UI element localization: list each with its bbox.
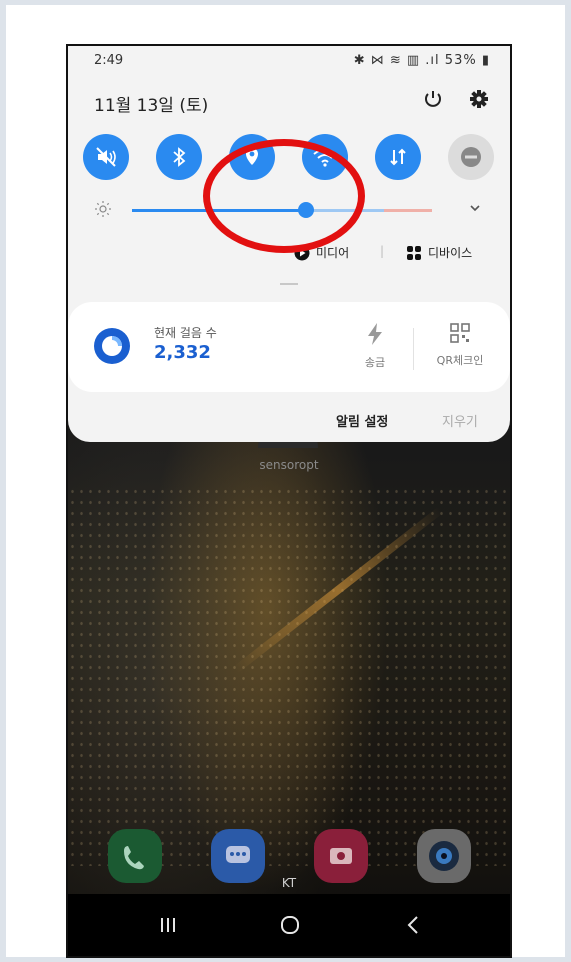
- bluetooth-icon: [173, 147, 186, 167]
- qr-checkin-button[interactable]: QR체크인: [430, 322, 490, 368]
- status-bar: 2:49 ✱ ⋈ ≋ ▥ .ıl 53% ▮: [94, 53, 490, 71]
- date-label: 11월 13일 (토): [94, 96, 209, 116]
- home-button[interactable]: [270, 908, 310, 942]
- brightness-icon: [94, 200, 112, 222]
- power-icon[interactable]: [420, 86, 446, 112]
- city-lights: [68, 486, 510, 866]
- do-not-disturb-toggle[interactable]: [448, 134, 494, 180]
- do-not-disturb-icon: [461, 147, 481, 167]
- data-transfer-icon: [390, 148, 406, 166]
- messages-app-icon[interactable]: [211, 829, 265, 883]
- steps-label: 현재 걸음 수: [154, 326, 217, 340]
- battery-icon: ▮: [481, 53, 490, 68]
- notification-settings-button[interactable]: 알림 설정: [336, 411, 388, 430]
- mute-icon: [96, 147, 116, 167]
- battery-percent: 53%: [444, 53, 477, 68]
- send-money-button[interactable]: 송금: [352, 322, 398, 370]
- mobile-data-toggle[interactable]: [375, 134, 421, 180]
- gear-icon[interactable]: [466, 86, 492, 112]
- phone-app-icon[interactable]: [108, 829, 162, 883]
- status-icons: ✱ ⋈ ≋ ▥ .ıl 53% ▮: [354, 53, 490, 68]
- lightning-icon: [368, 323, 382, 345]
- recent-apps-button[interactable]: [148, 908, 188, 942]
- devices-button[interactable]: 디바이스: [406, 244, 472, 261]
- card-divider: [413, 328, 414, 370]
- carrier-label: KT: [281, 876, 297, 890]
- bluetooth-toggle[interactable]: [156, 134, 202, 180]
- clear-button[interactable]: 지우기: [442, 411, 478, 430]
- steps-notification-card[interactable]: 현재 걸음 수 2,332 송금 QR체크인: [68, 302, 510, 392]
- annotation-circle: [203, 139, 365, 253]
- send-label: 송금: [364, 356, 386, 369]
- steps-value: 2,332: [154, 342, 211, 363]
- chevron-down-icon[interactable]: [468, 201, 482, 219]
- camera-app-icon[interactable]: [314, 829, 368, 883]
- back-button[interactable]: [394, 908, 434, 942]
- devices-grid-icon: [407, 245, 421, 260]
- brightness-slider-warning-zone: [384, 209, 432, 212]
- profile-label: sensoropt: [259, 458, 319, 472]
- divider: |: [380, 244, 385, 258]
- qr-code-icon: [450, 323, 470, 343]
- drag-handle[interactable]: [280, 283, 298, 285]
- status-time: 2:49: [94, 53, 124, 68]
- steps-app-icon: [94, 328, 130, 364]
- phone-screen: sensoropt KT 2:49 ✱ ⋈ ≋ ▥ .ıl 53% ▮ 11월 …: [66, 44, 512, 958]
- camera-lens-app-icon[interactable]: [417, 829, 471, 883]
- mute-toggle[interactable]: [83, 134, 129, 180]
- qr-label: QR체크인: [436, 354, 484, 367]
- navigation-bar: [68, 894, 510, 956]
- status-indicator-icons: ✱ ⋈ ≋ ▥ .ıl: [353, 53, 440, 68]
- devices-label: 디바이스: [428, 246, 473, 260]
